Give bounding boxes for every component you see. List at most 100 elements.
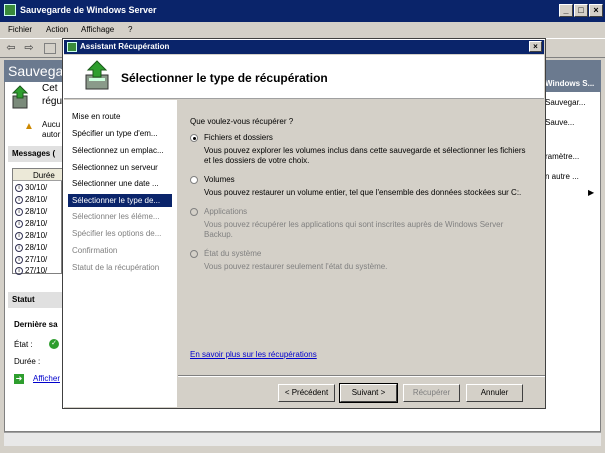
action-autre[interactable]: n autre ...	[545, 172, 579, 181]
list-item[interactable]: i 28/10/	[15, 207, 47, 217]
etat-label: État :	[14, 340, 33, 349]
step-statut: Statut de la récupération	[72, 263, 160, 272]
info-icon: i	[15, 231, 23, 240]
last-backup-label: Dernière sa	[14, 320, 58, 329]
warning-text-2: autor	[42, 130, 61, 139]
option-description: Vous pouvez récupérer les applications q…	[204, 220, 504, 239]
app-icon	[4, 4, 16, 16]
status-bar	[0, 446, 605, 453]
backup-icon	[10, 84, 32, 110]
list-item[interactable]: i 28/10/	[15, 231, 47, 241]
list-header[interactable]: Durée	[13, 169, 63, 181]
wizard-title-bar: Assistant Récupération ×	[64, 40, 544, 54]
menu-help[interactable]: ?	[128, 25, 132, 34]
statut-label: Statut	[12, 295, 35, 304]
list-item[interactable]: i 28/10/	[15, 219, 47, 229]
info-icon: i	[15, 219, 23, 228]
success-icon: ✓	[49, 339, 59, 349]
info-icon: i	[15, 255, 23, 264]
minimize-button[interactable]: _	[559, 4, 573, 17]
forward-arrow-icon[interactable]: ⇨	[22, 42, 36, 55]
step-date[interactable]: Sélectionner une date ...	[72, 179, 172, 188]
option-description: Vous pouvez restaurer seulement l'état d…	[204, 262, 388, 271]
main-title-bar: Sauvegarde de Windows Server _ □ ×	[0, 0, 605, 22]
maximize-button[interactable]: □	[574, 4, 588, 17]
option-label: État du système	[204, 249, 262, 258]
step-type-emplacement[interactable]: Spécifier un type d'em...	[72, 129, 172, 138]
step-serveur[interactable]: Sélectionnez un serveur	[72, 163, 172, 172]
wizard-content-panel: Que voulez-vous récupérer ? Fichiers et …	[178, 100, 545, 375]
wizard-app-icon	[67, 42, 77, 52]
list-item[interactable]: i 28/10/	[15, 243, 47, 253]
step-options: Spécifier les options de...	[72, 229, 162, 238]
radio-volumes[interactable]	[190, 176, 198, 184]
recovery-icon	[82, 59, 112, 93]
option-etat-systeme: État du système Vous pouvez restaurer se…	[190, 249, 540, 281]
option-applications: Applications Vous pouvez récupérer les a…	[190, 207, 540, 239]
option-fichiers-dossiers[interactable]: Fichiers et dossiers Vous pouvez explore…	[190, 133, 540, 165]
option-label[interactable]: Volumes	[204, 175, 235, 184]
wizard-steps-list: Mise en route Spécifier un type d'em... …	[64, 100, 177, 407]
question-label: Que voulez-vous récupérer ?	[190, 117, 294, 126]
radio-fichiers-dossiers[interactable]	[190, 134, 198, 142]
list-item[interactable]: i 28/10/	[15, 195, 47, 205]
list-item[interactable]: i 27/10/	[15, 266, 47, 276]
go-arrow-icon: ➜	[14, 374, 24, 384]
recover-button: Récupérer	[403, 384, 460, 402]
menu-bar: Fichier Action Affichage ?	[0, 22, 605, 38]
recovery-wizard-dialog: Assistant Récupération × Sélectionner le…	[62, 38, 546, 409]
step-mise-en-route[interactable]: Mise en route	[72, 112, 172, 121]
info-icon: i	[15, 183, 23, 192]
option-label[interactable]: Fichiers et dossiers	[204, 133, 273, 142]
wizard-heading: Sélectionner le type de récupération	[121, 71, 328, 85]
messages-list[interactable]: Durée i 30/10/ i 28/10/ i 28/10/ i 28/10/ i2…	[12, 168, 63, 276]
console-header-title: Sauvegar	[8, 63, 68, 79]
action-sauve[interactable]: Sauve...	[545, 118, 574, 127]
actions-header-label: Windows S...	[545, 79, 595, 88]
info-icon: i	[15, 195, 23, 204]
info-icon: i	[15, 207, 23, 216]
wizard-header: Sélectionner le type de récupération	[64, 55, 544, 99]
list-item[interactable]: i 27/10/	[15, 255, 47, 265]
cancel-button[interactable]: Annuler	[466, 384, 523, 402]
option-label: Applications	[204, 207, 248, 216]
wizard-close-button[interactable]: ×	[529, 41, 542, 52]
action-sauvegarder[interactable]: Sauvegar...	[545, 98, 585, 107]
button-separator	[178, 375, 545, 377]
info-icon: i	[15, 243, 23, 252]
learn-more-link[interactable]: En savoir plus sur les récupérations	[190, 350, 317, 359]
afficher-link[interactable]: Afficher	[33, 374, 60, 383]
step-elements: Sélectionner les éléme...	[72, 212, 160, 221]
list-item[interactable]: i 30/10/	[15, 183, 47, 193]
next-button[interactable]: Suivant >	[339, 383, 398, 403]
messages-label: Messages (	[12, 149, 56, 158]
step-type-recuperation[interactable]: Sélectionner le type de...	[68, 194, 172, 207]
option-description: Vous pouvez restaurer un volume entier, …	[204, 188, 522, 197]
summary-text-2: régu	[42, 96, 63, 107]
horizontal-scrollbar[interactable]	[4, 432, 601, 446]
step-emplacement[interactable]: Sélectionnez un emplac...	[72, 146, 172, 155]
show-hide-tree-icon[interactable]	[44, 43, 56, 54]
radio-applications	[190, 208, 198, 216]
option-description: Vous pouvez explorer les volumes inclus …	[204, 146, 526, 165]
action-parametres[interactable]: ramètre...	[545, 152, 579, 161]
main-window-title: Sauvegarde de Windows Server	[20, 5, 157, 15]
previous-button[interactable]: < Précédent	[278, 384, 335, 402]
warning-text-1: Aucu	[42, 120, 61, 129]
close-button[interactable]: ×	[589, 4, 603, 17]
menu-affichage[interactable]: Affichage	[81, 25, 114, 34]
back-arrow-icon[interactable]: ⇦	[4, 42, 18, 55]
actions-pane-header: Windows S...	[543, 76, 601, 92]
menu-fichier[interactable]: Fichier	[8, 25, 32, 34]
column-duree[interactable]: Durée	[33, 171, 55, 180]
step-confirmation: Confirmation	[72, 246, 118, 255]
submenu-arrow-icon[interactable]: ▶	[588, 188, 594, 197]
option-volumes[interactable]: Volumes Vous pouvez restaurer un volume …	[190, 175, 540, 207]
statut-section-header: Statut	[8, 292, 62, 308]
radio-etat-systeme	[190, 250, 198, 258]
messages-section-header: Messages (	[8, 146, 62, 162]
menu-action[interactable]: Action	[46, 25, 68, 34]
warning-icon: ▲	[24, 121, 34, 132]
summary-text-1: Cet	[42, 83, 58, 94]
duree-label: Durée :	[14, 357, 41, 366]
